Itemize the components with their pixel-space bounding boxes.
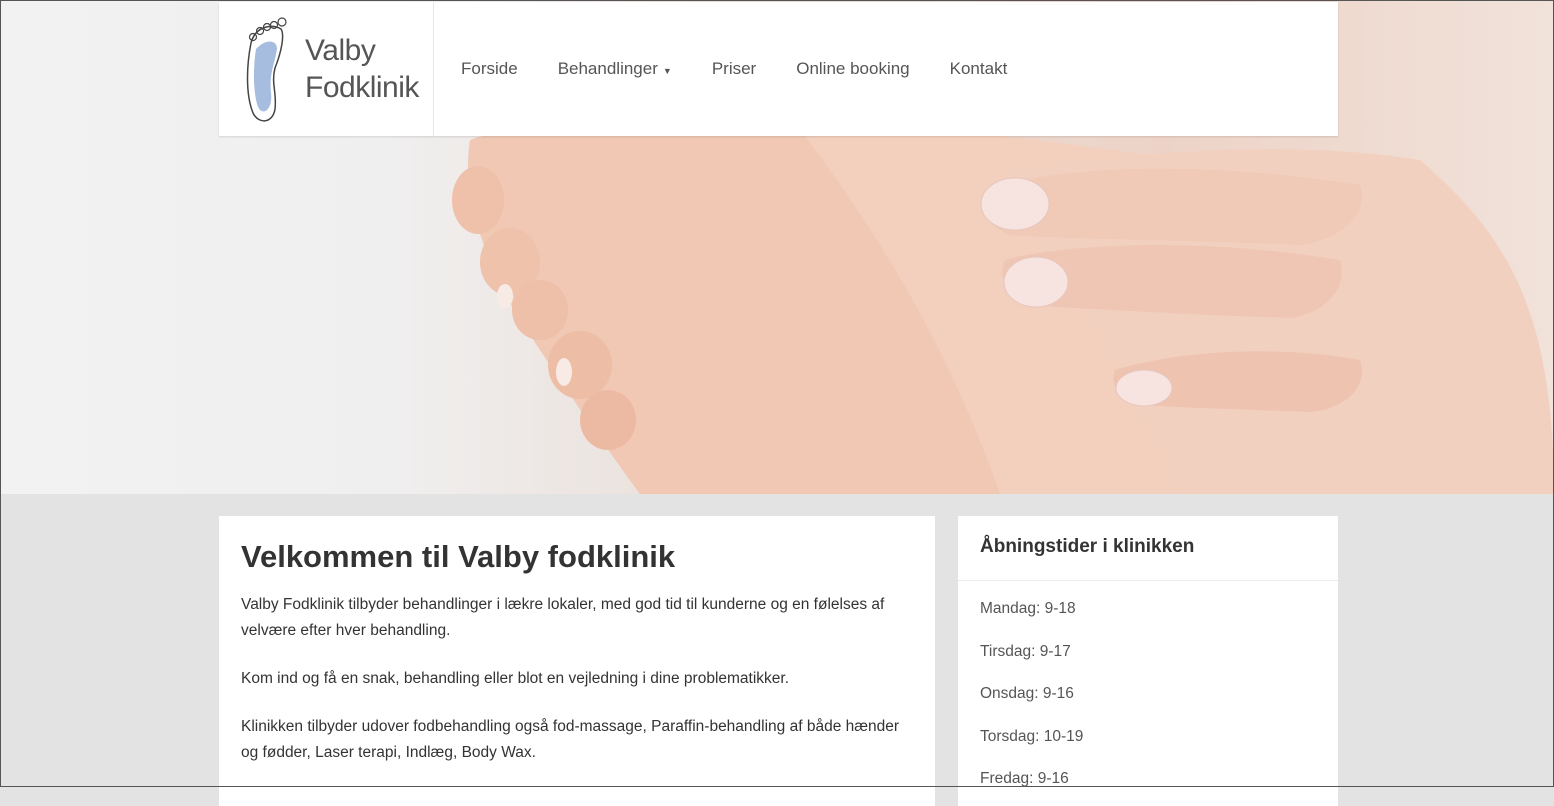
- hours-item: Mandag: 9-18: [980, 600, 1076, 617]
- nav-item-priser[interactable]: Priser: [692, 59, 776, 79]
- services-paragraph: Klinikken tilbyder udover fodbehandling …: [241, 718, 900, 761]
- nav-item-forside[interactable]: Forside: [441, 59, 538, 79]
- page-title: Velkommen til Valby fodklinik: [241, 539, 676, 574]
- invite-paragraph: Kom ind og få en snak, behandling eller …: [241, 670, 790, 687]
- logo-text: Valby Fodklinik: [305, 32, 419, 106]
- hours-item: Fredag: 9-16: [980, 770, 1069, 787]
- foot-icon: [246, 17, 287, 122]
- opening-hours-title: Åbningstider i klinikken: [958, 516, 1338, 581]
- main-nav: Forside Behandlinger ▼ Priser Online book…: [441, 59, 1027, 79]
- nav-label: Priser: [711, 59, 757, 78]
- opening-hours-card: Åbningstider i klinikken Mandag: 9-18 Ti…: [958, 516, 1338, 806]
- nav-label: Online booking: [796, 59, 910, 78]
- opening-hours-list: Mandag: 9-18 Tirsdag: 9-17 Onsdag: 9-16 …: [958, 581, 1338, 789]
- hours-item: Tirsdag: 9-17: [980, 642, 1071, 660]
- nav-label: Forside: [461, 59, 518, 78]
- intro-paragraph: Valby Fodklinik tilbyder behandlinger i …: [241, 596, 885, 639]
- site-header: Valby Fodklinik Forside Behandlinger ▼ Pr…: [219, 2, 1338, 136]
- welcome-card: Velkommen til Valby fodklinik Valby Fodk…: [219, 516, 935, 806]
- hours-item: Torsdag: 10-19: [980, 727, 1084, 745]
- logo[interactable]: Valby Fodklinik: [219, 2, 434, 136]
- nav-item-kontakt[interactable]: Kontakt: [930, 59, 1028, 79]
- hours-item: Onsdag: 9-16: [980, 685, 1074, 702]
- logo-line-1: Valby: [305, 34, 376, 67]
- nav-label: Kontakt: [949, 59, 1008, 78]
- logo-line-2: Fodklinik: [305, 71, 419, 104]
- nav-item-online-booking[interactable]: Online booking: [776, 59, 929, 79]
- nav-item-behandlinger[interactable]: Behandlinger ▼: [538, 59, 692, 79]
- nav-label: Behandlinger: [557, 59, 658, 78]
- caret-down-icon: ▼: [662, 66, 672, 76]
